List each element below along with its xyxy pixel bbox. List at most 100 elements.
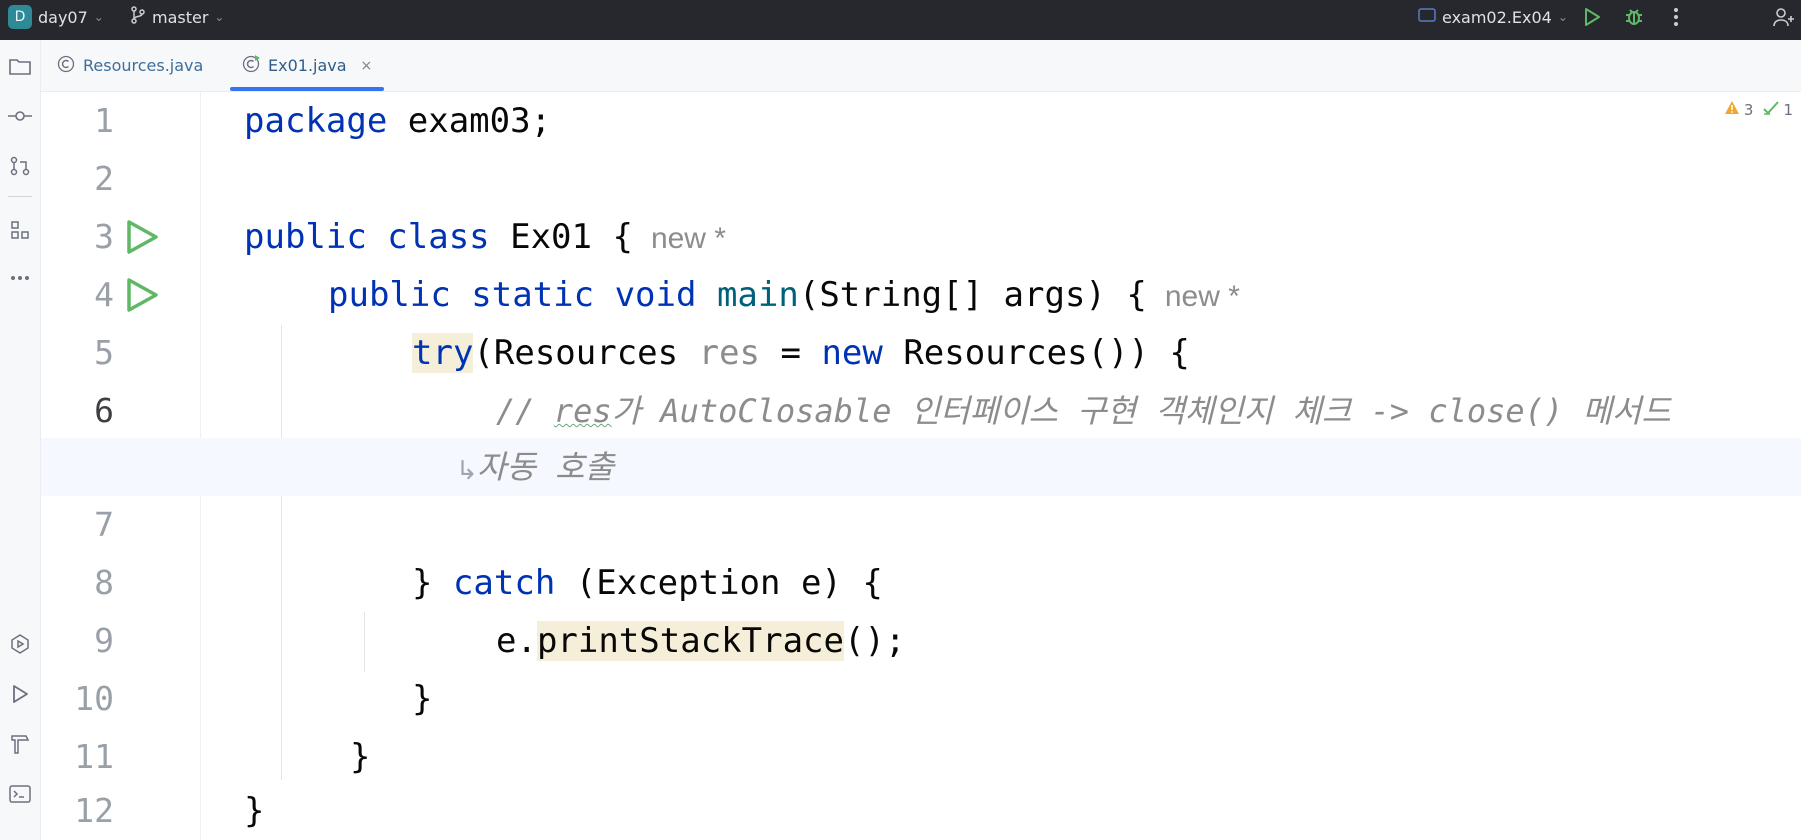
code-segment: exam03; bbox=[387, 101, 552, 141]
code-text: } catch (Exception e) { bbox=[412, 554, 883, 612]
keyword: new bbox=[821, 333, 883, 373]
code-segment: (Exception e) { bbox=[555, 563, 883, 603]
line-number: 12 bbox=[74, 791, 114, 830]
services-icon[interactable] bbox=[6, 630, 34, 658]
run-config-selector[interactable]: exam02.Ex04 ⌄ bbox=[1418, 0, 1568, 34]
code-text: try(Resources res = new Resources()) { bbox=[412, 324, 1190, 382]
close-icon[interactable]: × bbox=[361, 58, 373, 74]
code-segment: (Resources bbox=[473, 333, 699, 373]
add-user-icon[interactable] bbox=[1772, 5, 1796, 29]
tab-resources-java[interactable]: Resources.java bbox=[57, 40, 203, 91]
tab-ex01-java[interactable]: Ex01.java × bbox=[230, 40, 385, 91]
run-config-icon bbox=[1418, 7, 1436, 27]
run-config-name: exam02.Ex04 bbox=[1442, 7, 1552, 27]
line-number: 7 bbox=[94, 505, 114, 544]
code-segment: } bbox=[412, 563, 453, 603]
comment-segment: res bbox=[553, 392, 612, 430]
code-text: public static void main(String[] args) {… bbox=[328, 266, 1240, 326]
run-tool-icon[interactable] bbox=[6, 680, 34, 708]
comment: // res가 AutoClosable 인터페이스 구현 객체인지 체크 ->… bbox=[496, 382, 1671, 440]
code-line-wrap[interactable]: ↳ 자동 호출 bbox=[41, 438, 1801, 496]
code-line[interactable]: 11 } bbox=[41, 728, 1801, 786]
code-line[interactable]: 3 public class Ex01 { new * bbox=[41, 208, 1801, 266]
code-line[interactable]: 4 public static void main(String[] args)… bbox=[41, 266, 1801, 324]
line-number: 9 bbox=[94, 621, 114, 660]
code-segment: Ex01 { bbox=[489, 217, 633, 257]
title-bar: D day07 ⌄ master ⌄ exam02.Ex04 ⌄ bbox=[0, 0, 1801, 40]
keyword: public static void bbox=[328, 275, 697, 315]
code-text: e.printStackTrace(); bbox=[496, 612, 905, 670]
code-text: } bbox=[350, 737, 371, 777]
branch-name: master bbox=[152, 7, 209, 27]
chevron-down-icon: ⌄ bbox=[214, 10, 225, 24]
code-segment: (); bbox=[844, 621, 906, 661]
comment-segment: 가 AutoClosable 인터페이스 구현 객체인지 체크 -> close… bbox=[611, 392, 1671, 430]
inlay-hint[interactable]: new * bbox=[1165, 280, 1240, 313]
code-text: } bbox=[244, 791, 265, 831]
pull-request-icon[interactable] bbox=[6, 152, 34, 180]
toolbar-divider bbox=[8, 196, 32, 197]
branch-icon bbox=[130, 6, 146, 28]
soft-wrap-icon: ↳ bbox=[456, 456, 478, 486]
class-icon bbox=[57, 55, 75, 77]
keyword: catch bbox=[452, 563, 556, 603]
structure-icon[interactable] bbox=[6, 216, 34, 244]
more-tools-icon[interactable] bbox=[6, 264, 34, 292]
code-line[interactable]: 1 package exam03; bbox=[41, 92, 1801, 150]
code-text: public class Ex01 { new * bbox=[244, 208, 726, 268]
line-number: 11 bbox=[74, 737, 114, 776]
method-name: main bbox=[716, 275, 799, 315]
project-switcher[interactable]: D day07 ⌄ bbox=[8, 0, 104, 34]
code-line[interactable]: 12 } bbox=[41, 782, 1801, 840]
code-line[interactable]: 10 } bbox=[41, 670, 1801, 728]
line-number: 10 bbox=[74, 679, 114, 718]
line-number: 6 bbox=[94, 391, 114, 430]
code-line[interactable]: 9 e.printStackTrace(); bbox=[41, 612, 1801, 670]
code-text: package exam03; bbox=[244, 92, 551, 150]
chevron-down-icon: ⌄ bbox=[1557, 10, 1568, 24]
code-line[interactable]: 7 bbox=[41, 496, 1801, 554]
tab-label: Ex01.java bbox=[268, 56, 347, 75]
line-number: 5 bbox=[94, 333, 114, 372]
class-runnable-icon bbox=[242, 54, 260, 77]
folder-icon[interactable] bbox=[6, 52, 34, 80]
project-badge: D bbox=[8, 5, 32, 29]
code-line[interactable]: 8 } catch (Exception e) { bbox=[41, 554, 1801, 612]
code-line[interactable]: 2 bbox=[41, 150, 1801, 208]
build-icon[interactable] bbox=[6, 730, 34, 758]
keyword: public class bbox=[244, 217, 490, 257]
line-number: 4 bbox=[94, 275, 114, 314]
inlay-hint[interactable]: new * bbox=[651, 222, 726, 255]
keyword: try bbox=[412, 333, 474, 373]
line-number: 8 bbox=[94, 563, 114, 602]
tool-window-bar bbox=[0, 40, 41, 840]
terminal-icon[interactable] bbox=[6, 780, 34, 808]
code-segment: e. bbox=[496, 621, 537, 661]
run-icon[interactable] bbox=[1580, 5, 1604, 29]
code-text: } bbox=[412, 679, 433, 719]
comment-segment: // bbox=[496, 392, 554, 430]
line-number: 2 bbox=[94, 159, 114, 198]
code-segment: = bbox=[760, 333, 822, 373]
line-number: 3 bbox=[94, 217, 114, 256]
chevron-down-icon: ⌄ bbox=[93, 10, 104, 24]
branch-switcher[interactable]: master ⌄ bbox=[130, 0, 224, 34]
commit-icon[interactable] bbox=[6, 102, 34, 130]
active-tab-indicator bbox=[230, 87, 385, 91]
tab-label: Resources.java bbox=[83, 56, 204, 75]
keyword: package bbox=[244, 101, 388, 141]
code-segment: (String[] args) { bbox=[798, 275, 1147, 315]
code-line[interactable]: 6 // res가 AutoClosable 인터페이스 구현 객체인지 체크 … bbox=[41, 382, 1801, 440]
run-gutter-icon[interactable] bbox=[124, 219, 160, 255]
debug-icon[interactable] bbox=[1622, 5, 1646, 29]
more-icon[interactable] bbox=[1664, 5, 1688, 29]
variable-name: res bbox=[698, 333, 761, 373]
project-name: day07 bbox=[38, 7, 88, 27]
code-line[interactable]: 5 try(Resources res = new Resources()) { bbox=[41, 324, 1801, 382]
comment: 자동 호출 bbox=[477, 448, 615, 486]
method-call: printStackTrace bbox=[536, 621, 844, 661]
code-segment: Resources()) { bbox=[882, 333, 1190, 373]
editor-tab-bar: Resources.java Ex01.java × bbox=[41, 40, 1801, 92]
run-gutter-icon[interactable] bbox=[124, 277, 160, 313]
line-number: 1 bbox=[94, 101, 114, 140]
